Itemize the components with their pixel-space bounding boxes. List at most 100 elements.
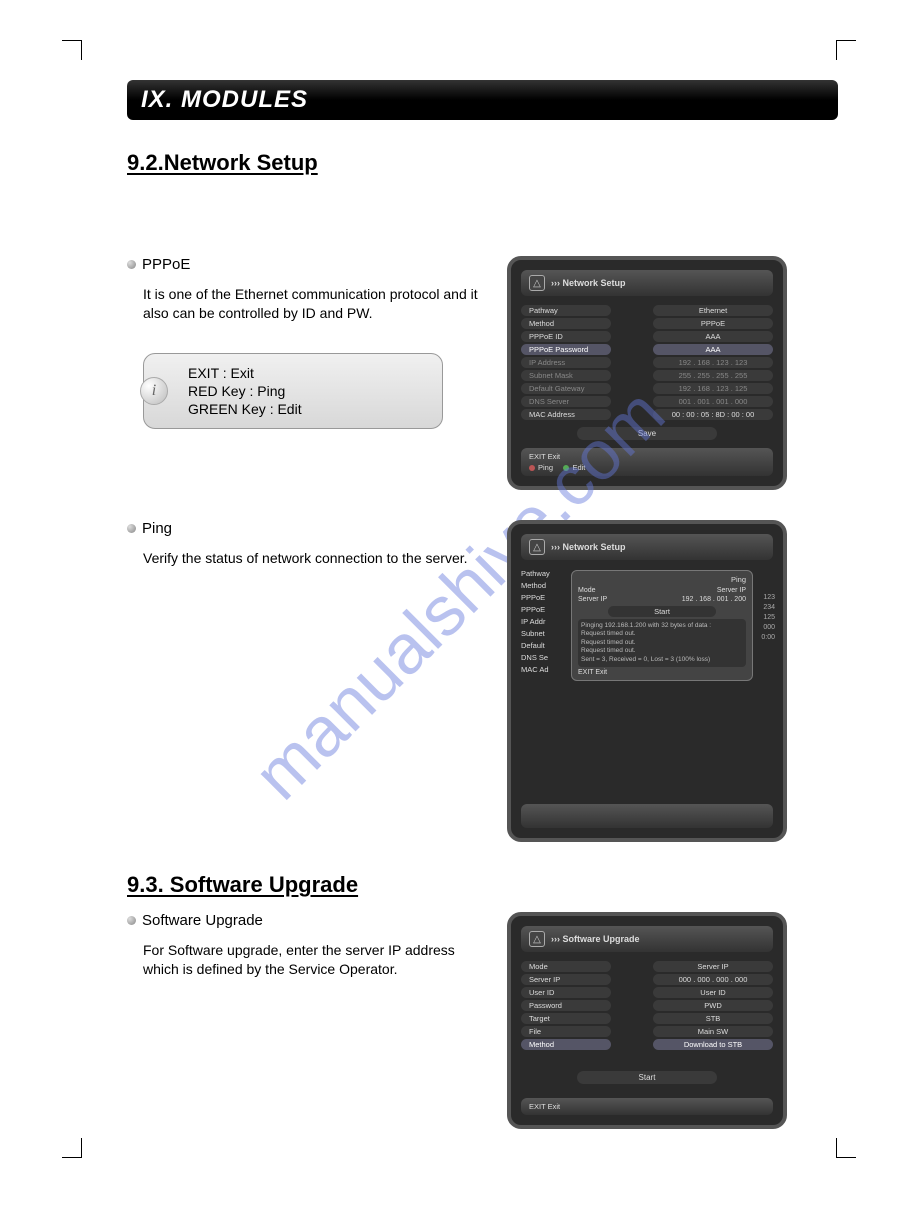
section-9-3-title: 9.3. Software Upgrade <box>127 872 838 898</box>
dev-row: Default Gateway 192 . 168 . 123 . 125 <box>521 382 773 395</box>
info-line: RED Key : Ping <box>188 382 428 400</box>
log-line: Pinging 192.168.1.200 with 32 bytes of d… <box>581 622 743 630</box>
dev-footer: EXIT Exit Ping Edit <box>521 448 773 476</box>
row-label: DNS Server <box>521 396 611 407</box>
start-button: Start <box>577 1071 717 1084</box>
row-value: Main SW <box>653 1026 773 1037</box>
save-button: Save <box>577 427 717 440</box>
network-setup-screenshot: △ ››› Network Setup PathwayEthernetMetho… <box>507 256 787 490</box>
info-line: EXIT : Exit <box>188 364 428 382</box>
dev-row: Subnet Mask 255 . 255 . 255 . 255 <box>521 369 773 382</box>
row-label: Mode <box>521 961 611 972</box>
ping-block: Ping Verify the status of network connec… <box>127 520 838 842</box>
ping-exit: EXIT Exit <box>578 669 746 676</box>
side-value: 0:00 <box>761 632 775 642</box>
swup-heading: Software Upgrade <box>127 912 487 929</box>
swup-body: For Software upgrade, enter the server I… <box>143 941 487 979</box>
row-label: Password <box>521 1000 611 1011</box>
pppoe-block: PPPoE It is one of the Ethernet communic… <box>127 256 838 490</box>
pppoe-heading-text: PPPoE <box>142 256 190 273</box>
warning-icon: △ <box>529 539 545 555</box>
row-value: 00 : 00 : 05 : 8D : 00 : 00 <box>653 409 773 420</box>
dev-footer: EXIT Exit <box>521 1098 773 1115</box>
pppoe-heading: PPPoE <box>127 256 487 273</box>
crop-mark <box>836 40 856 60</box>
side-value: 123 <box>761 592 775 602</box>
row-value: AAA <box>653 344 773 355</box>
log-line: Request timed out. <box>581 630 743 638</box>
pppoe-body: It is one of the Ethernet communication … <box>143 285 487 323</box>
side-value: 000 <box>761 622 775 632</box>
dev-row: Method Download to STB <box>521 1038 773 1051</box>
log-line: Request timed out. <box>581 647 743 655</box>
footer-edit: Edit <box>572 463 585 472</box>
row-label: MAC Address <box>521 409 611 420</box>
row-value: 255 . 255 . 255 . 255 <box>653 370 773 381</box>
dev-title: ››› Network Setup <box>551 542 626 552</box>
side-value: 234 <box>761 602 775 612</box>
row-value: Server IP <box>653 961 773 972</box>
bullet-icon <box>127 916 136 925</box>
row-value: STB <box>653 1013 773 1024</box>
warning-icon: △ <box>529 931 545 947</box>
row-value: 192 . 168 . 123 . 125 <box>653 383 773 394</box>
row-label: Pathway <box>521 305 611 316</box>
bullet-icon <box>127 260 136 269</box>
ping-log: Pinging 192.168.1.200 with 32 bytes of d… <box>578 619 746 667</box>
dev-row: PPPoE Password AAA <box>521 343 773 356</box>
row-label: User ID <box>521 987 611 998</box>
row-value: PPPoE <box>653 318 773 329</box>
footer-exit: EXIT Exit <box>529 452 765 461</box>
row-label: IP Address <box>521 357 611 368</box>
dev-row: Mode Server IP <box>521 960 773 973</box>
side-value: 125 <box>761 612 775 622</box>
page-content: IX. MODULES 9.2.Network Setup PPPoE It i… <box>0 0 918 1219</box>
dev-row: PasswordPWD <box>521 999 773 1012</box>
crop-mark <box>62 1138 82 1158</box>
row-value: 192 . 168 . 123 . 123 <box>653 357 773 368</box>
row-label: Method <box>521 1039 611 1050</box>
warning-icon: △ <box>529 275 545 291</box>
row-label: Default Gateway <box>521 383 611 394</box>
ping-heading: Ping <box>127 520 487 537</box>
row-value: 000 . 000 . 000 . 000 <box>653 974 773 985</box>
row-label: Server IP <box>521 974 611 985</box>
dev-row: DNS Server001 . 001 . 001 . 000 <box>521 395 773 408</box>
row-value: User ID <box>653 987 773 998</box>
dev-row: Method PPPoE <box>521 317 773 330</box>
footer-exit: EXIT Exit <box>529 1102 765 1111</box>
dev-rows: Mode Server IP Server IP 000 . 000 . 000 . … <box>521 960 773 1051</box>
ping-dialog: Ping ModeServer IP Server IP192 . 168 . … <box>571 570 753 681</box>
crop-mark <box>62 40 82 60</box>
serverip-label: Server IP <box>578 596 607 603</box>
dev-row: Pathway Ethernet <box>521 304 773 317</box>
info-icon: i <box>140 377 168 405</box>
chapter-header: IX. MODULES <box>127 80 838 120</box>
dev-title: ››› Network Setup <box>551 278 626 288</box>
log-line: Sent = 3, Received = 0, Lost = 3 (100% l… <box>581 656 743 664</box>
dev-row: Server IP 000 . 000 . 000 . 000 <box>521 973 773 986</box>
bullet-icon <box>127 524 136 533</box>
ping-heading-text: Ping <box>142 520 172 537</box>
footer-ping: Ping <box>538 463 553 472</box>
dev-rows: PathwayEthernetMethodPPPoEPPPoE IDAAAPPP… <box>521 304 773 421</box>
ping-dialog-title: Ping <box>578 575 746 584</box>
mode-label: Mode <box>578 587 596 594</box>
chapter-title: IX. MODULES <box>141 86 308 113</box>
row-label: Target <box>521 1013 611 1024</box>
row-value: Ethernet <box>653 305 773 316</box>
swup-screenshot: △ ››› Software Upgrade ModeServer IPServ… <box>507 912 787 1129</box>
row-label: Method <box>521 318 611 329</box>
dev-title: ››› Software Upgrade <box>551 934 640 944</box>
mode-value: Server IP <box>717 587 746 594</box>
row-value: Download to STB <box>653 1039 773 1050</box>
row-label: File <box>521 1026 611 1037</box>
green-dot-icon <box>563 465 569 471</box>
row-label: PPPoE Password <box>521 344 611 355</box>
ping-screenshot: △ ››› Network Setup PathwayMethodPPPoEPP… <box>507 520 787 842</box>
dev-row: MAC Address 00 : 00 : 05 : 8D : 00 : 00 <box>521 408 773 421</box>
log-line: Request timed out. <box>581 639 743 647</box>
row-label: Subnet Mask <box>521 370 611 381</box>
dev-row: Target STB <box>521 1012 773 1025</box>
dev-row: User ID User ID <box>521 986 773 999</box>
